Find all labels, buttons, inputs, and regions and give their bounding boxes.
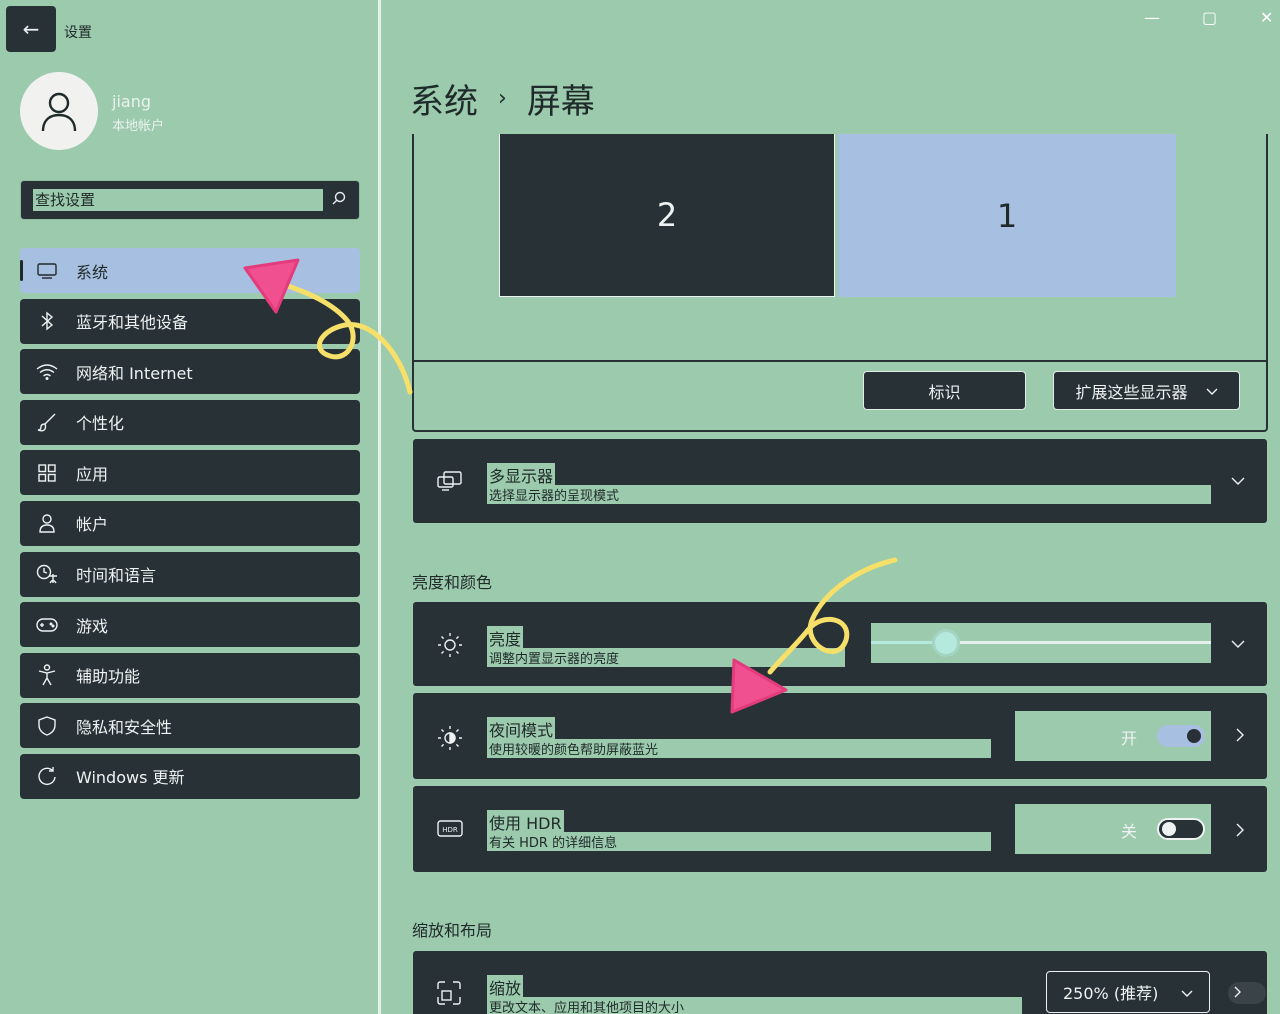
monitor-1[interactable]: 1 (838, 134, 1176, 297)
gamepad-icon (36, 617, 58, 633)
sidebar-item-label: 网络和 Internet (76, 363, 193, 383)
shield-icon (36, 716, 58, 736)
sidebar-nav: 系统 蓝牙和其他设备 网络和 Internet 个性化 应用 帐户 时间和语言 … (20, 248, 360, 805)
sidebar-item-system[interactable]: 系统 (20, 248, 360, 293)
hdr-toggle[interactable] (1157, 818, 1205, 840)
scale-value: 250% (推荐) (1063, 984, 1159, 1003)
sidebar-item-label: 时间和语言 (76, 566, 157, 586)
maximize-button[interactable]: ▢ (1202, 8, 1217, 27)
app-title: 设置 (64, 25, 92, 41)
bluetooth-icon (36, 311, 58, 331)
search-icon (331, 190, 347, 210)
section-scale-layout: 缩放和布局 (412, 921, 493, 940)
multi-display-title: 多显示器 (487, 463, 556, 487)
sidebar-item-personalization[interactable]: 个性化 (20, 399, 360, 445)
night-light-title: 夜间模式 (487, 717, 556, 741)
user-name: jiang (112, 92, 151, 111)
night-light-toggle[interactable] (1157, 725, 1205, 747)
sidebar-item-network[interactable]: 网络和 Internet (20, 349, 360, 395)
clock-globe-icon (36, 564, 58, 584)
brightness-slider[interactable] (871, 623, 1211, 663)
sidebar-item-label: 隐私和安全性 (76, 717, 173, 737)
svg-text:HDR: HDR (442, 826, 458, 834)
multi-display-subtitle: 选择显示器的呈现模式 (487, 485, 1211, 504)
close-icon: ✕ (1260, 8, 1274, 27)
sidebar-item-label: 系统 (76, 262, 109, 282)
sidebar-item-apps[interactable]: 应用 (20, 450, 360, 496)
multi-display-card[interactable]: 多显示器 选择显示器的呈现模式 (412, 438, 1268, 524)
chevron-right-icon (1234, 986, 1242, 1001)
sidebar-item-accessibility[interactable]: 辅助功能 (20, 652, 360, 698)
brightness-title: 亮度 (487, 626, 524, 650)
scale-subtitle: 更改文本、应用和其他项目的大小 (487, 997, 1022, 1014)
accessibility-icon (36, 664, 58, 686)
minimize-icon: — (1144, 8, 1160, 27)
multi-monitor-icon (437, 471, 463, 495)
scale-dropdown[interactable]: 250% (推荐) (1046, 971, 1210, 1013)
pane-divider (378, 0, 381, 1014)
night-light-toggle-area: 开 (1015, 711, 1211, 761)
person-icon (36, 513, 58, 534)
hdr-subtitle: 有关 HDR 的详细信息 (487, 832, 991, 851)
account-type: 本地帐户 (112, 119, 165, 134)
sidebar-item-label: Windows 更新 (76, 768, 185, 788)
night-light-subtitle: 使用较暖的颜色帮助屏蔽蓝光 (487, 739, 991, 758)
sidebar-item-label: 帐户 (76, 515, 109, 535)
chevron-right-icon: › (498, 86, 507, 111)
chevron-down-icon (1231, 471, 1245, 490)
breadcrumb: 系统 › 屏幕 (410, 74, 595, 123)
brush-icon (36, 412, 58, 432)
search-box[interactable] (20, 180, 360, 220)
chevron-down-icon (1206, 381, 1218, 400)
sidebar-item-label: 应用 (76, 464, 109, 484)
person-icon (41, 92, 77, 132)
page-title: 屏幕 (526, 82, 595, 122)
sidebar-item-label: 蓝牙和其他设备 (76, 313, 189, 333)
hdr-icon: HDR (437, 820, 463, 842)
scale-more-button[interactable] (1228, 982, 1266, 1004)
monitor-icon (36, 262, 58, 279)
sun-icon (437, 632, 463, 662)
extend-displays-label: 扩展这些显示器 (1075, 382, 1188, 402)
search-input[interactable] (33, 189, 323, 211)
scale-title: 缩放 (487, 975, 524, 999)
chevron-right-icon (1236, 727, 1245, 746)
sidebar-item-bluetooth[interactable]: 蓝牙和其他设备 (20, 298, 360, 344)
avatar[interactable] (20, 72, 98, 150)
extend-displays-dropdown[interactable]: 扩展这些显示器 (1053, 371, 1240, 410)
identify-button[interactable]: 标识 (863, 371, 1026, 410)
section-brightness-color: 亮度和颜色 (412, 573, 493, 592)
monitor-2[interactable]: 2 (499, 134, 835, 297)
sidebar-item-label: 辅助功能 (76, 667, 141, 687)
night-light-icon (437, 725, 463, 755)
resize-icon (437, 981, 461, 1009)
sidebar-item-label: 游戏 (76, 616, 109, 636)
chevron-right-icon (1236, 822, 1245, 841)
night-light-state: 开 (1120, 729, 1137, 748)
hdr-title: 使用 HDR (487, 810, 564, 834)
slider-thumb[interactable] (932, 629, 960, 657)
sidebar-item-privacy[interactable]: 隐私和安全性 (20, 703, 360, 749)
sidebar-item-gaming[interactable]: 游戏 (20, 602, 360, 648)
chevron-down-icon (1231, 634, 1245, 653)
back-button[interactable]: ← (6, 6, 56, 52)
minimize-button[interactable]: — (1144, 8, 1160, 27)
sidebar-item-accounts[interactable]: 帐户 (20, 500, 360, 546)
sidebar-item-label: 个性化 (76, 414, 125, 434)
apps-icon (36, 463, 58, 483)
hdr-state: 关 (1120, 822, 1137, 841)
wifi-icon (36, 363, 58, 380)
hdr-toggle-area: 关 (1015, 804, 1211, 854)
maximize-icon: ▢ (1202, 8, 1218, 27)
breadcrumb-parent[interactable]: 系统 (410, 74, 478, 123)
brightness-subtitle: 调整内置显示器的亮度 (487, 648, 845, 667)
update-icon (36, 766, 58, 786)
arrow-left-icon: ← (22, 17, 40, 41)
chevron-down-icon (1181, 983, 1193, 1002)
close-button[interactable]: ✕ (1260, 8, 1273, 27)
sidebar-item-time-language[interactable]: 时间和语言 (20, 551, 360, 597)
sidebar-item-windows-update[interactable]: Windows 更新 (20, 753, 360, 799)
